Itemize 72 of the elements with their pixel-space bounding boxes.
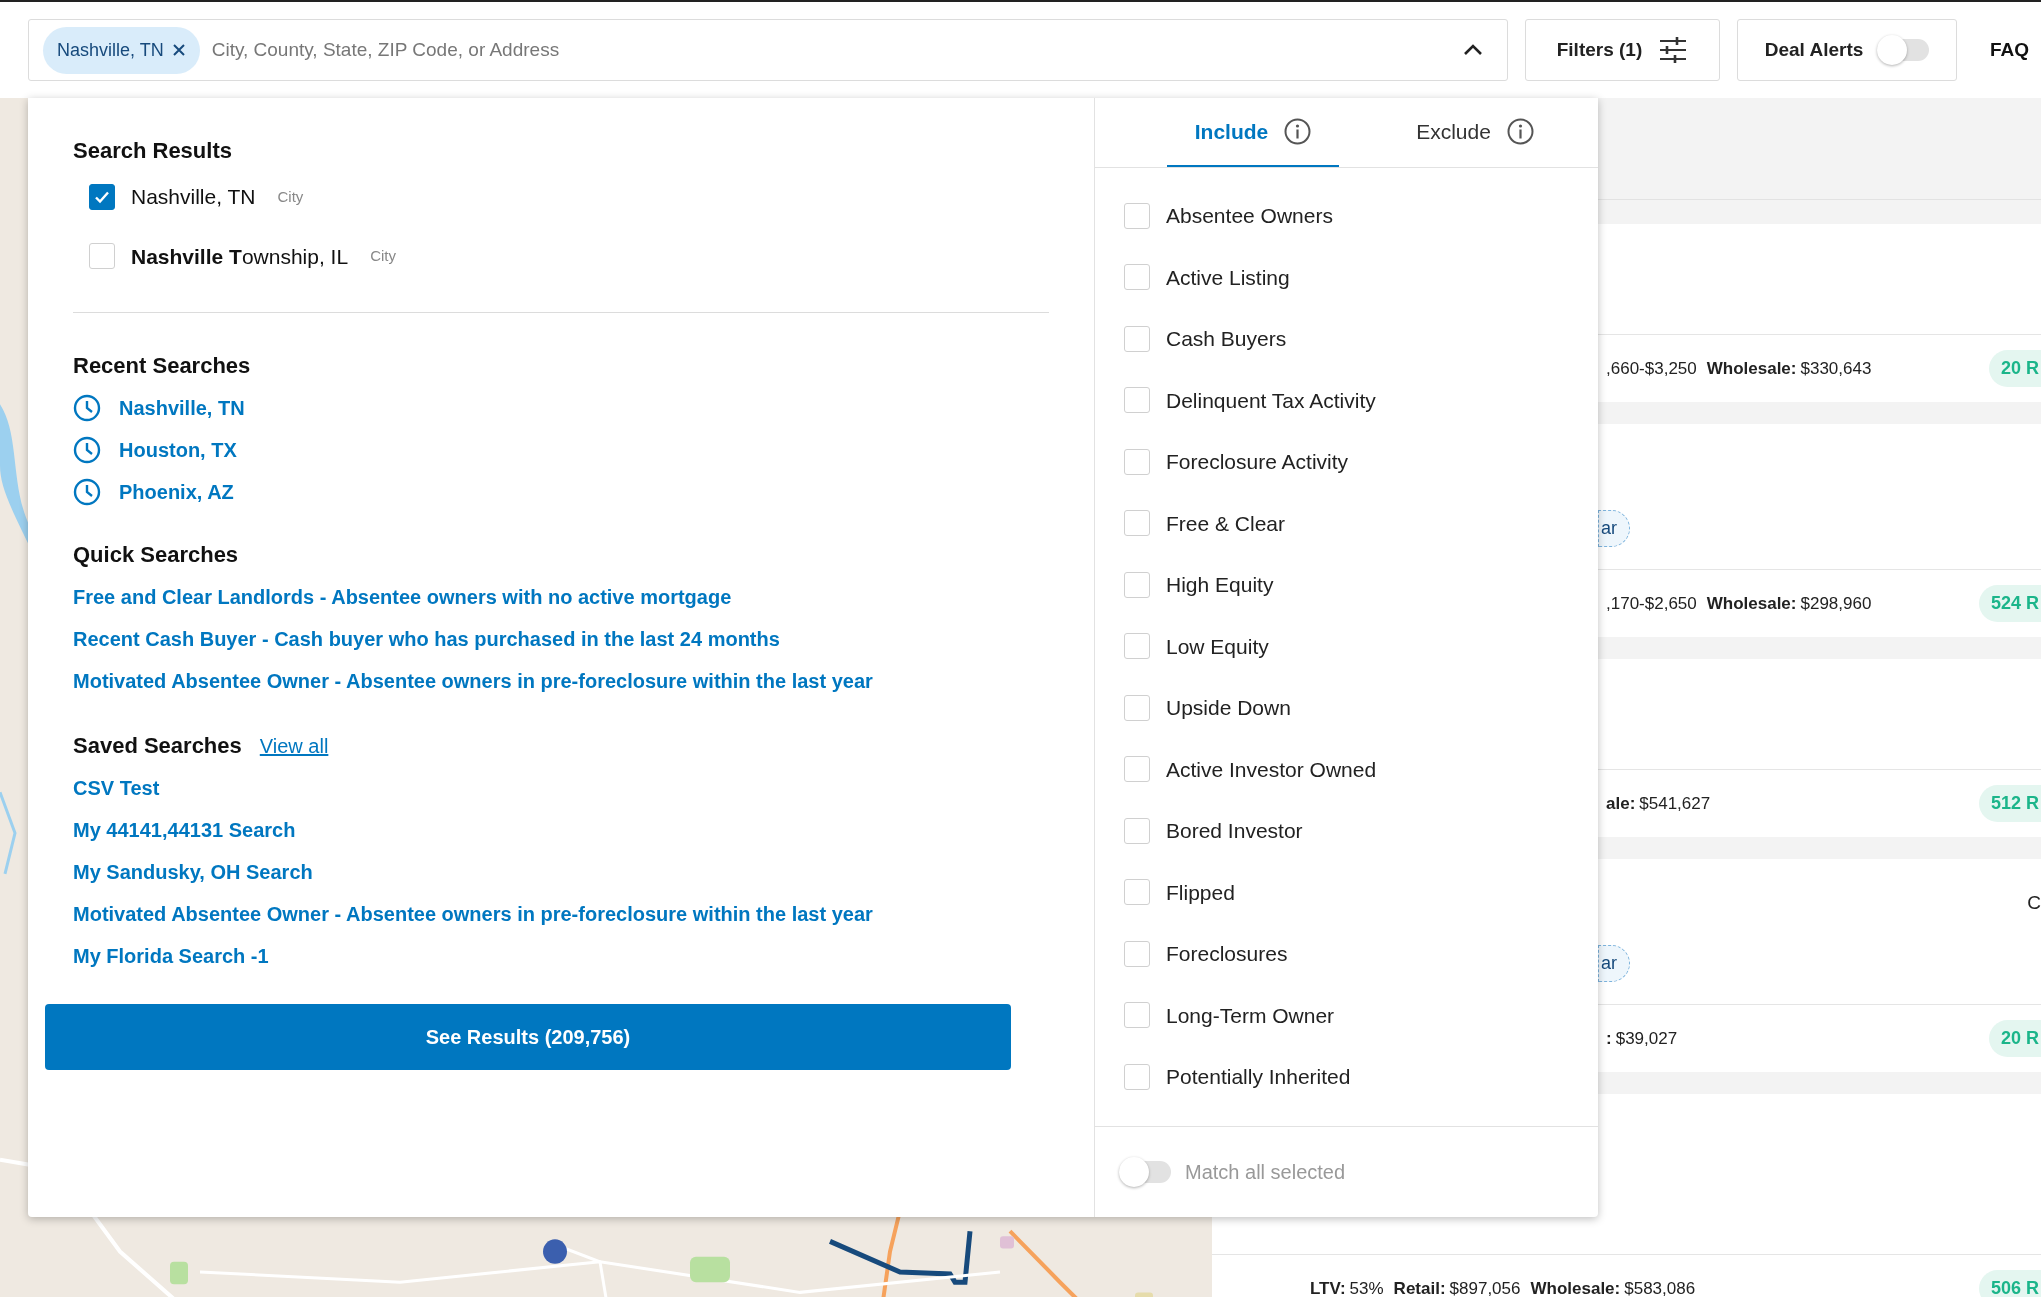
filter-option[interactable]: Free & Clear	[1166, 507, 1286, 539]
close-icon[interactable]	[171, 43, 186, 57]
metric-text: ale: $541,627	[1606, 792, 1711, 815]
saved-search-link[interactable]: Motivated Absentee Owner - Absentee owners in pre-foreclosure within the last year	[73, 902, 1054, 926]
count-badge: 506 R	[1978, 1270, 2041, 1297]
filter-option[interactable]: High Equity	[1166, 569, 1274, 601]
filter-option[interactable]: Foreclosure Activity	[1166, 446, 1349, 478]
count-badge: 524 R	[1978, 585, 2041, 622]
faq-link[interactable]: FAQ	[1990, 35, 2030, 65]
info-icon[interactable]	[1284, 118, 1312, 145]
filter-option[interactable]: Cash Buyers	[1166, 323, 1287, 355]
result-type: City	[277, 186, 304, 207]
filter-option[interactable]: Absentee Owners	[1166, 200, 1333, 232]
filter-option[interactable]: Active Investor Owned	[1166, 753, 1377, 785]
saved-search-link[interactable]: My Florida Search -1	[73, 944, 1054, 968]
filter-option[interactable]: Upside Down	[1166, 692, 1291, 724]
filter-option[interactable]: Foreclosures	[1166, 938, 1288, 970]
deal-alerts-control[interactable]: Deal Alerts	[1737, 19, 1957, 81]
see-results-button[interactable]: See Results (209,756)	[45, 1004, 1011, 1070]
tag: ar	[1598, 510, 1630, 547]
filter-option[interactable]: Low Equity	[1166, 630, 1269, 662]
info-icon[interactable]	[1506, 118, 1534, 145]
search-input[interactable]: City, County, State, ZIP Code, or Address	[211, 35, 1451, 65]
section-title: Quick Searches	[73, 541, 240, 569]
filter-option[interactable]: Delinquent Tax Activity	[1166, 384, 1376, 416]
section-title: Search Results	[73, 137, 233, 165]
count-badge: 20 R	[1988, 1020, 2041, 1057]
filter-option[interactable]: Potentially Inherited	[1166, 1061, 1351, 1093]
filter-option[interactable]: Flipped	[1166, 876, 1235, 908]
count-badge: 512 R	[1978, 785, 2041, 822]
recent-search-link[interactable]: Houston, TX	[119, 436, 237, 464]
section-title: Saved Searches	[73, 732, 242, 760]
chevron-up-icon[interactable]	[1463, 43, 1483, 57]
deal-alerts-label: Deal Alerts	[1764, 37, 1864, 62]
quick-search-link[interactable]: Recent Cash Buyer - Cash buyer who has purchased in the last 24 months	[73, 627, 1054, 651]
search-field[interactable]: Nashville, TN City, County, State, ZIP Code, or Address	[28, 19, 1508, 81]
result-type: City	[370, 246, 396, 266]
sliders-icon	[1658, 36, 1689, 64]
recent-search-link[interactable]: Nashville, TN	[119, 394, 245, 422]
view-all-link[interactable]: View all	[259, 731, 329, 761]
clock-icon	[73, 478, 101, 506]
result-name[interactable]: Nashville Township, IL	[131, 240, 349, 272]
section-title: Recent Searches	[73, 352, 252, 380]
clock-icon	[73, 394, 101, 422]
quick-search-link[interactable]: Motivated Absentee Owner - Absentee owners in pre-foreclosure within the last year	[73, 669, 1054, 693]
match-all-label: Match all selected	[1185, 1160, 1346, 1185]
clock-icon	[73, 436, 101, 464]
tag: ar	[1598, 945, 1630, 982]
result-name[interactable]: Nashville, TN	[131, 181, 256, 213]
metric-text: : $39,027	[1606, 1027, 1678, 1050]
saved-search-link[interactable]: My Sandusky, OH Search	[73, 860, 1054, 884]
filter-tab[interactable]: Exclude	[1389, 98, 1561, 167]
filter-option[interactable]: Bored Investor	[1166, 815, 1303, 847]
metric-text: LTV: 53%	[1310, 1277, 1384, 1297]
filter-option[interactable]: Active Listing	[1166, 261, 1290, 293]
metric-text: Wholesale: $583,086	[1530, 1277, 1696, 1297]
metric-text: ,170-$2,650	[1606, 592, 1697, 615]
saved-search-link[interactable]: My 44141,44131 Search	[73, 818, 1054, 842]
metric-text: ,660-$3,250	[1606, 357, 1697, 380]
quick-search-link[interactable]: Free and Clear Landlords - Absentee owners with no active mortgage	[73, 585, 1054, 609]
recent-search-link[interactable]: Phoenix, AZ	[119, 478, 234, 506]
filters-button[interactable]: Filters (1)	[1525, 19, 1720, 81]
filter-tab[interactable]: Include	[1167, 98, 1339, 167]
saved-search-link[interactable]: CSV Test	[73, 776, 1054, 800]
filter-option[interactable]: Long-Term Owner	[1166, 999, 1335, 1031]
location-chip[interactable]: Nashville, TN	[43, 26, 200, 74]
metric-text: Wholesale: $298,960	[1706, 592, 1872, 615]
count-badge: 20 R	[1988, 350, 2041, 387]
card-text: C	[2027, 891, 2041, 915]
metric-text: Retail: $897,056	[1393, 1277, 1521, 1297]
metric-text: Wholesale: $330,643	[1706, 357, 1872, 380]
checkbox[interactable]	[89, 183, 115, 210]
